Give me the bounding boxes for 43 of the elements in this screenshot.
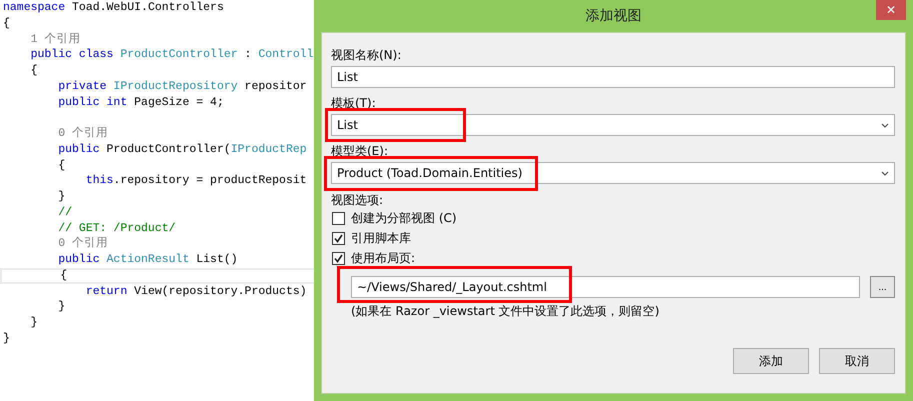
hint-text: (如果在 Razor _viewstart 文件中设置了此选项，则留空) <box>351 303 660 320</box>
code-line: } <box>30 316 38 329</box>
code-line: public int PageSize = 4; <box>57 96 224 108</box>
checkbox-label: 使用布局页: <box>351 250 416 266</box>
checkbox-label: 引用脚本库 <box>351 230 411 246</box>
code-line: } <box>57 300 66 314</box>
close-button[interactable]: ✕ <box>876 0 906 20</box>
code-line: } <box>3 332 10 345</box>
dropdown[interactable]: Product (Toad.Domain.Entities) <box>331 162 895 184</box>
browse-button[interactable]: ... <box>870 276 895 298</box>
section-label: 视图选项: <box>331 192 384 208</box>
code-line: public ActionResult List() <box>57 253 238 266</box>
code-line: 1 个引用 <box>30 32 80 46</box>
code-line: private IProductRepository repositor <box>57 80 307 93</box>
input-field[interactable]: List <box>331 66 895 88</box>
chevron-icon <box>881 170 889 176</box>
checkbox[interactable] <box>332 232 345 244</box>
code-line: namespace Toad.WebUI.Controllers <box>3 1 224 14</box>
code-line: } <box>57 190 66 203</box>
code-line: this.repository = productReposit <box>84 174 307 188</box>
code-line: { <box>59 268 68 282</box>
code-line: public ProductController(IProductRep <box>57 142 307 156</box>
chevron-icon <box>881 122 889 128</box>
code-line: public class ProductController : Controll <box>30 48 314 62</box>
dialog-title: 添加视图 <box>586 7 642 25</box>
code-line: // GET: /Product/ <box>57 222 176 234</box>
code-line: // <box>57 206 72 219</box>
field-label: 模型类(E): <box>331 143 389 160</box>
code-line: 0 个引用 <box>57 127 108 140</box>
checkbox[interactable] <box>332 212 345 224</box>
dropdown[interactable]: List <box>331 114 895 136</box>
input-field[interactable]: ~/Views/Shared/_Layout.cshtml <box>351 276 860 298</box>
field-label: 模板(T): <box>331 95 377 112</box>
code-line: 0 个引用 <box>57 237 108 250</box>
add-button[interactable]: 添加 <box>733 348 809 374</box>
code-line: { <box>30 64 38 77</box>
code-line: return View(repository.Products) <box>84 284 307 298</box>
checkbox[interactable] <box>332 252 345 264</box>
cancel-button[interactable]: 取消 <box>819 348 895 374</box>
code-line: { <box>57 158 66 172</box>
code-line: { <box>3 16 10 30</box>
checkbox-label: 创建为分部视图 (C) <box>351 210 457 226</box>
field-label: 视图名称(N): <box>331 47 402 64</box>
